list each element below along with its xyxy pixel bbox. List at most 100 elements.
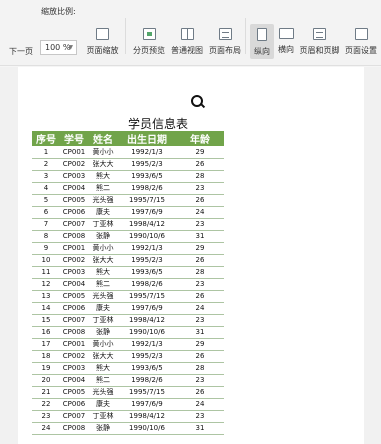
table-cell: 光头强 xyxy=(88,290,118,303)
table-cell: 1990/10/6 xyxy=(118,230,176,243)
table-row: 1 CP001 黄小小 1992/1/3 29 xyxy=(32,146,224,159)
table-cell: 24 xyxy=(32,422,60,435)
table-cell: 31 xyxy=(176,422,224,435)
table-cell: 1995/2/3 xyxy=(118,158,176,171)
table-cell: CP004 xyxy=(60,374,88,387)
table-row: 21 CP005 光头强 1995/7/15 26 xyxy=(32,386,224,399)
table-cell: 1998/2/6 xyxy=(118,374,176,387)
table-cell: 16 xyxy=(32,326,60,339)
table-cell: CP004 xyxy=(60,182,88,195)
table-cell: 1997/6/9 xyxy=(118,398,176,411)
page-break-preview-icon xyxy=(142,28,156,40)
table-cell: 6 xyxy=(32,206,60,219)
separator xyxy=(245,18,246,54)
table-cell: 3 xyxy=(32,170,60,183)
table-cell: 23 xyxy=(176,218,224,231)
normal-view-icon xyxy=(180,28,194,40)
table-cell: 1998/4/12 xyxy=(118,314,176,327)
table-cell: 9 xyxy=(32,242,60,255)
table-cell: 张大大 xyxy=(88,254,118,267)
header-footer-button[interactable]: 页眉和页脚 xyxy=(298,28,341,56)
header-name: 姓名 xyxy=(88,131,118,146)
normal-view-button[interactable]: 普通视图 xyxy=(169,28,205,56)
table-row: 12 CP004 熊二 1998/2/6 23 xyxy=(32,278,224,291)
table-cell: 熊大 xyxy=(88,362,118,375)
page-setup-button[interactable]: 页面设置 xyxy=(342,28,380,56)
table-cell: 23 xyxy=(176,182,224,195)
table-cell: 光头强 xyxy=(88,194,118,207)
table-cell: 熊大 xyxy=(88,170,118,183)
table-cell: CP002 xyxy=(60,158,88,171)
portrait-label: 纵向 xyxy=(254,47,270,56)
table-cell: CP001 xyxy=(60,338,88,351)
table-cell: 丁亚林 xyxy=(88,218,118,231)
table-row: 23 CP007 丁亚林 1998/4/12 23 xyxy=(32,410,224,423)
table-cell: CP004 xyxy=(60,278,88,291)
table-row: 14 CP006 康夫 1997/6/9 24 xyxy=(32,302,224,315)
header-student-id: 学号 xyxy=(60,131,88,146)
landscape-button[interactable]: 横向 xyxy=(274,28,298,55)
table-cell: 张静 xyxy=(88,230,118,243)
table-cell: 1997/6/9 xyxy=(118,206,176,219)
table-cell: CP006 xyxy=(60,398,88,411)
landscape-icon xyxy=(278,28,294,39)
table-header-row: 序号 学号 姓名 出生日期 年龄 xyxy=(32,131,224,146)
table-cell: 1992/1/3 xyxy=(118,146,176,159)
table-row: 6 CP006 康夫 1997/6/9 24 xyxy=(32,206,224,219)
next-page-label: 下一页 xyxy=(9,47,33,56)
table-cell: 12 xyxy=(32,278,60,291)
table-cell: CP007 xyxy=(60,314,88,327)
table-cell: CP006 xyxy=(60,302,88,315)
table-cell: 28 xyxy=(176,266,224,279)
table-row: 2 CP002 张大大 1995/2/3 26 xyxy=(32,158,224,171)
table-cell: 23 xyxy=(176,314,224,327)
portrait-button[interactable]: 纵向 xyxy=(250,24,274,59)
table-cell: 24 xyxy=(176,398,224,411)
table-cell: 20 xyxy=(32,374,60,387)
table-row: 18 CP002 张大大 1995/2/3 26 xyxy=(32,350,224,363)
page-zoom-label: 页面缩放 xyxy=(86,46,119,55)
table-cell: 1998/4/12 xyxy=(118,218,176,231)
page-layout-button[interactable]: 页面布局 xyxy=(207,28,243,56)
table-cell: 1993/6/5 xyxy=(118,170,176,183)
table-cell: 1997/6/9 xyxy=(118,302,176,315)
table-cell: 张静 xyxy=(88,326,118,339)
table-cell: 熊二 xyxy=(88,278,118,291)
header-birth-date: 出生日期 xyxy=(118,131,176,146)
print-preview-area[interactable]: 学员信息表 序号 学号 姓名 出生日期 年龄 1 CP001 黄小小 1992/1/3… xyxy=(0,67,381,444)
table-row: 19 CP003 熊大 1993/6/5 28 xyxy=(32,362,224,375)
table-cell: 1990/10/6 xyxy=(118,326,176,339)
table-row: 7 CP007 丁亚林 1998/4/12 23 xyxy=(32,218,224,231)
zoom-select[interactable]: 100 % ▼ xyxy=(40,40,77,55)
header-footer-icon xyxy=(313,28,326,40)
table-cell: 14 xyxy=(32,302,60,315)
table-row: 8 CP008 张静 1990/10/6 31 xyxy=(32,230,224,243)
table-cell: 1995/7/15 xyxy=(118,290,176,303)
table-row: 20 CP004 熊二 1998/2/6 23 xyxy=(32,374,224,387)
table-cell: 17 xyxy=(32,338,60,351)
table-cell: 21 xyxy=(32,386,60,399)
table-cell: 张大大 xyxy=(88,158,118,171)
table-cell: 29 xyxy=(176,146,224,159)
table-cell: 1992/1/3 xyxy=(118,242,176,255)
table-cell: 1995/7/15 xyxy=(118,386,176,399)
table-row: 16 CP008 张静 1990/10/6 31 xyxy=(32,326,224,339)
table-cell: CP005 xyxy=(60,194,88,207)
next-page-button[interactable]: 下一页 xyxy=(8,28,34,57)
table-cell: 26 xyxy=(176,386,224,399)
page-zoom-button[interactable]: 页面缩放 xyxy=(81,28,124,56)
table-cell: CP008 xyxy=(60,326,88,339)
table-cell: 康夫 xyxy=(88,398,118,411)
page-break-preview-button[interactable]: 分页预览 xyxy=(131,28,167,56)
table-cell: 23 xyxy=(176,278,224,291)
table-cell: 24 xyxy=(176,206,224,219)
header-age: 年龄 xyxy=(176,131,224,146)
landscape-label: 横向 xyxy=(278,45,294,54)
table-cell: 1993/6/5 xyxy=(118,266,176,279)
table-cell: 熊大 xyxy=(88,266,118,279)
table-cell: 10 xyxy=(32,254,60,267)
table-cell: 1990/10/6 xyxy=(118,422,176,435)
table-row: 13 CP005 光头强 1995/7/15 26 xyxy=(32,290,224,303)
table-cell: CP002 xyxy=(60,254,88,267)
table-row: 3 CP003 熊大 1993/6/5 28 xyxy=(32,170,224,183)
